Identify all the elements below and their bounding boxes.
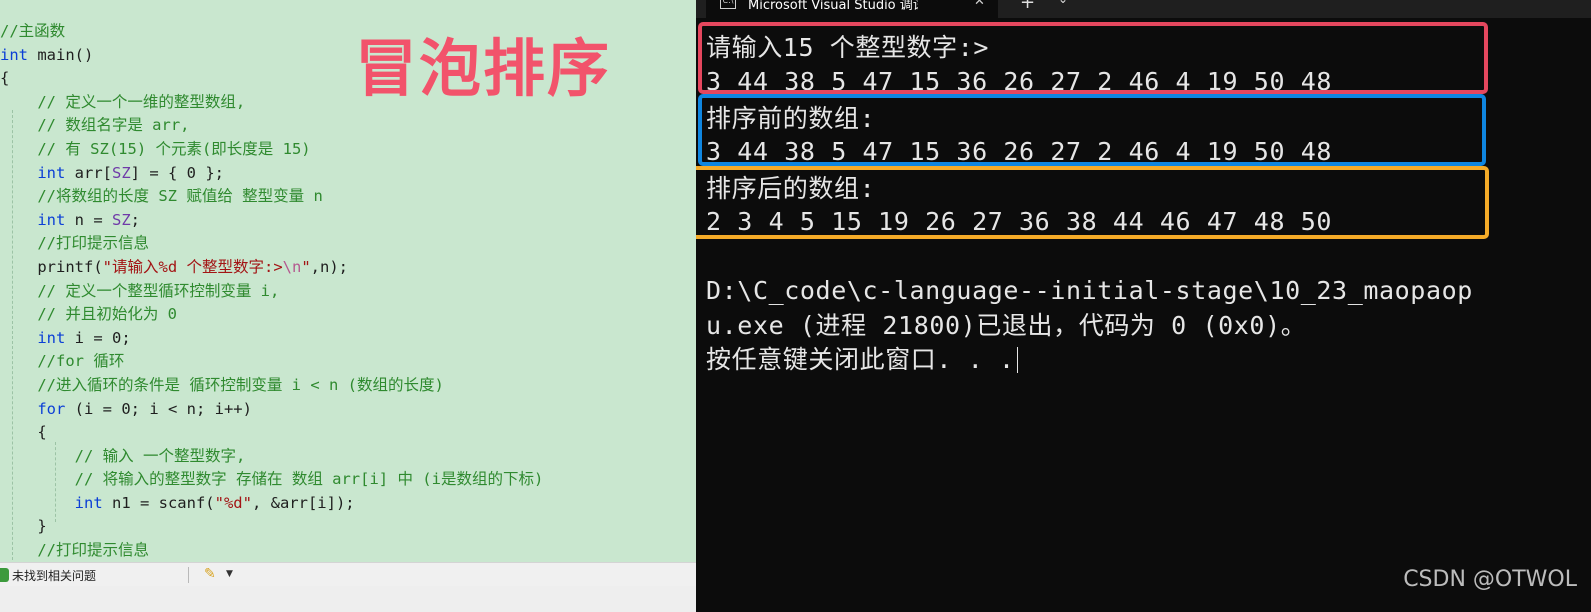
tab-dropdown-icon[interactable]: ⌄: [1058, 0, 1068, 6]
code-token-macro: SZ: [112, 163, 131, 182]
code-token-ident: [0, 329, 37, 347]
exit-path-line: D:\C_code\c-language--initial-stage\10_2…: [706, 276, 1473, 305]
terminal-tab[interactable]: C:\ Microsoft Visual Studio 调试控制台 ✕: [706, 0, 998, 18]
code-line[interactable]: // 输入 一个整型数字,: [0, 445, 696, 469]
code-token-ident: [0, 400, 37, 418]
code-token-keyword: int: [37, 163, 66, 182]
code-line[interactable]: //将数组的长度 SZ 赋值给 整型变量 n: [0, 185, 696, 209]
code-line[interactable]: for (i = 0; i < n; i++): [0, 398, 696, 422]
screenshot-root: //主函数 int main() { // 定义一个一维的整型数组, // 数组名字…: [0, 0, 1591, 612]
exit-message-line: u.exe (进程 21800)已退出，代码为 0 (0x0)。: [706, 311, 1307, 340]
code-line[interactable]: }: [0, 515, 696, 539]
tab-title: Microsoft Visual Studio 调试控制台: [748, 0, 918, 13]
code-token-keyword: for: [37, 399, 66, 418]
status-separator: [188, 567, 189, 583]
code-token-ident: (i = 0; i < n; i++): [65, 399, 252, 418]
code-token-comment: // 数组名字是 arr,: [0, 116, 190, 135]
code-line[interactable]: printf("请输入%d 个整型数字:>\n",n);: [0, 256, 696, 280]
code-line[interactable]: // 定义一个整型循环控制变量 i,: [0, 280, 696, 304]
code-token-comment: // 有 SZ(15) 个元素(即长度是 15): [0, 139, 311, 158]
code-line[interactable]: //打印提示信息: [0, 232, 696, 256]
code-token-ident: printf(: [0, 257, 103, 276]
code-line[interactable]: //进入循环的条件是 循环控制变量 i < n (数组的长度): [0, 374, 696, 398]
code-token-keyword: int: [37, 328, 66, 347]
code-token-ident: ;: [130, 210, 141, 229]
code-token-ident: [0, 211, 37, 229]
text-cursor: [1016, 347, 1018, 373]
code-line[interactable]: //打印提示信息: [0, 539, 696, 563]
press-key-text: 按任意键关闭此窗口. . .: [706, 345, 1015, 374]
new-tab-button[interactable]: +: [1020, 0, 1035, 13]
code-token-comment: // 定义一个一维的整型数组,: [0, 92, 246, 111]
terminal-titlebar: C:\ Microsoft Visual Studio 调试控制台 ✕ + ⌄: [696, 0, 1591, 18]
code-token-keyword: int: [74, 493, 103, 512]
code-token-comment: //打印提示信息: [0, 541, 149, 560]
press-key-line: 按任意键关闭此窗口. . .: [706, 345, 1018, 375]
code-token-ident: [0, 164, 37, 182]
code-line[interactable]: // 将输入的整型数字 存储在 数组 arr[i] 中 (i是数组的下标): [0, 468, 696, 492]
code-token-macro: SZ: [112, 210, 131, 229]
status-text[interactable]: 未找到相关问题: [12, 567, 96, 584]
debug-console[interactable]: C:\ Microsoft Visual Studio 调试控制台 ✕ + ⌄ …: [696, 0, 1591, 612]
code-token-comment: // 并且初始化为 0: [0, 305, 177, 324]
code-token-comment: //进入循环的条件是 循环控制变量 i < n (数组的长度): [0, 375, 444, 394]
code-token-ident: }: [0, 517, 47, 536]
code-line[interactable]: int arr[SZ] = { 0 };: [0, 162, 696, 186]
code-token-string: "%d": [214, 493, 252, 512]
code-token-ident: ] = { 0 };: [130, 163, 224, 182]
highlight-box-input: [698, 22, 1488, 94]
code-token-ident: {: [0, 423, 47, 442]
code-token-ident: {: [0, 69, 10, 88]
overlay-title: 冒泡排序: [355, 32, 612, 105]
code-token-comment: //for 循环: [0, 352, 125, 371]
code-line[interactable]: int n = SZ;: [0, 209, 696, 233]
code-token-keyword: int: [0, 45, 28, 64]
code-line[interactable]: //for 循环: [0, 350, 696, 374]
code-editor[interactable]: //主函数 int main() { // 定义一个一维的整型数组, // 数组名字…: [0, 0, 696, 612]
code-token-ident: [0, 494, 75, 512]
chevron-down-icon[interactable]: ▼: [226, 569, 233, 579]
code-token-comment: //将数组的长度 SZ 赋值给 整型变量 n: [0, 187, 323, 206]
highlight-box-after: [696, 166, 1489, 239]
code-token-ident: ,n);: [310, 257, 348, 276]
close-icon[interactable]: ✕: [974, 0, 985, 9]
code-cleanup-icon[interactable]: ✎: [204, 566, 216, 582]
code-token-ident: main(): [28, 45, 94, 64]
code-line[interactable]: int n1 = scanf("%d", &arr[i]);: [0, 492, 696, 516]
code-line[interactable]: // 数组名字是 arr,: [0, 114, 696, 138]
code-line[interactable]: // 并且初始化为 0: [0, 303, 696, 327]
code-token-ident: , &arr[i]);: [251, 493, 355, 512]
status-ok-icon: [0, 568, 9, 582]
code-line[interactable]: int i = 0;: [0, 327, 696, 351]
highlight-box-before: [698, 94, 1486, 166]
code-token-ident: i = 0;: [65, 328, 131, 347]
code-token-keyword: int: [37, 210, 66, 229]
code-token-comment: // 输入 一个整型数字,: [0, 446, 246, 465]
code-token-string: ": [301, 257, 311, 276]
code-token-ident: n =: [65, 210, 112, 229]
code-line[interactable]: // 有 SZ(15) 个元素(即长度是 15): [0, 138, 696, 162]
code-token-escape: \n: [282, 257, 302, 276]
code-token-comment: // 将输入的整型数字 存储在 数组 arr[i] 中 (i是数组的下标): [0, 470, 544, 489]
console-icon: C:\: [720, 0, 736, 9]
code-token-string: "请输入%d 个整型数字:>: [102, 257, 283, 276]
editor-bottom-panel: [0, 586, 696, 612]
code-token-ident: arr[: [65, 163, 112, 182]
code-token-comment: // 定义一个整型循环控制变量 i,: [0, 281, 280, 300]
code-token-comment: //主函数: [0, 22, 66, 40]
code-token-comment: //打印提示信息: [0, 234, 149, 253]
code-line[interactable]: {: [0, 421, 696, 445]
error-list-status-bar: 未找到相关问题 ✎ ▼: [0, 562, 696, 587]
watermark: CSDN @OTWOL: [1403, 567, 1577, 592]
code-token-ident: n1 = scanf(: [102, 493, 215, 512]
